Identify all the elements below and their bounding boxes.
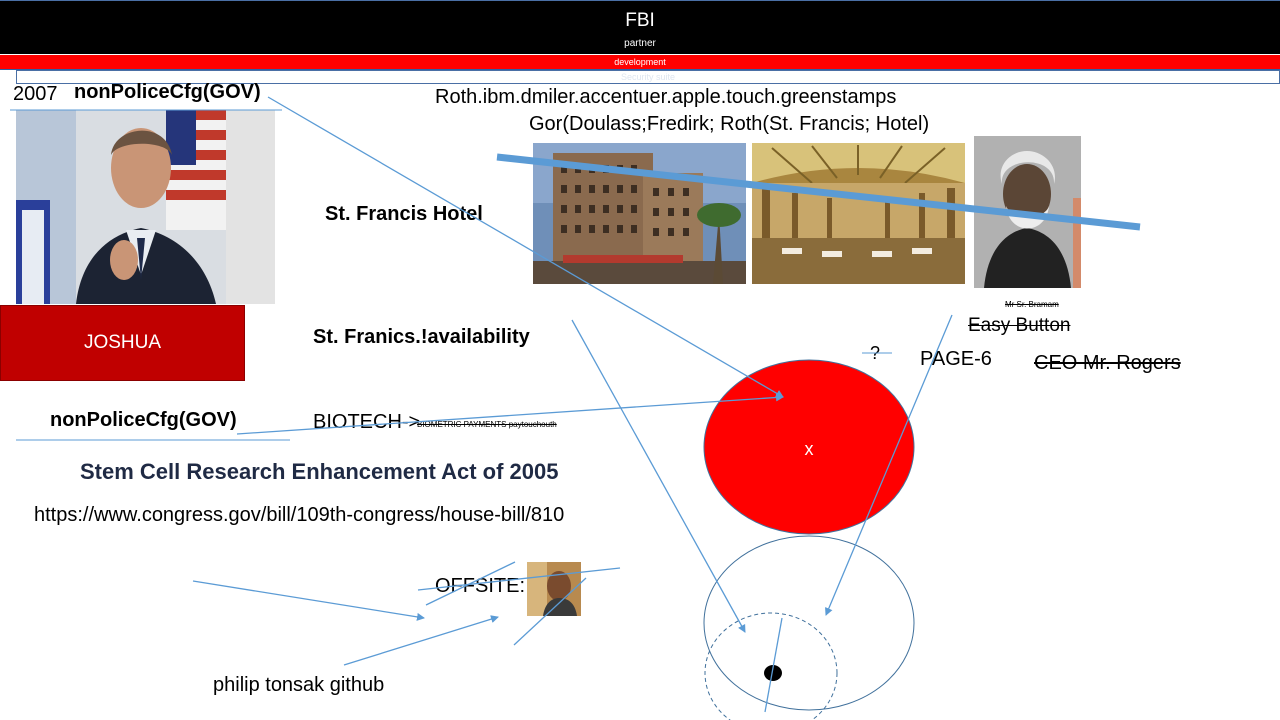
biometric-label: BIOMETRIC PAYMENTS paytouchouth bbox=[417, 420, 557, 429]
hotel-exterior-photo bbox=[533, 143, 746, 284]
st-francis-hotel-label: St. Francis Hotel bbox=[325, 203, 483, 225]
portrait-caption: Mr Sr. Bramam bbox=[1005, 300, 1059, 309]
year-label: 2007 bbox=[13, 83, 58, 105]
lower-cfg-label: nonPoliceCfg(GOV) bbox=[50, 409, 237, 431]
github-label: philip tonsak github bbox=[213, 674, 385, 696]
question-mark: ? bbox=[870, 343, 881, 363]
black-dot bbox=[764, 665, 782, 681]
arrow-to-offsite-1 bbox=[192, 580, 425, 621]
offsite-headshot bbox=[527, 562, 581, 616]
offsite-label: OFFSITE: bbox=[435, 575, 525, 597]
development-strip: development bbox=[0, 55, 1280, 70]
hotel-interior-photo bbox=[752, 143, 965, 284]
speaker-photo bbox=[16, 110, 275, 304]
ceo-label: CEO Mr. Rogers bbox=[1034, 352, 1181, 374]
dashed-circle bbox=[704, 612, 838, 720]
arrow-availability-to-dashed bbox=[571, 319, 746, 633]
arrow-github-to-offsite bbox=[343, 615, 499, 666]
gor-line: Gor(Doulass;Fredirk; Roth(St. Francis; H… bbox=[529, 113, 930, 135]
header-bar: FBI partner bbox=[0, 0, 1280, 54]
top-cfg-label: nonPoliceCfg(GOV) bbox=[74, 81, 261, 103]
red-circle-mark: x bbox=[805, 439, 814, 459]
red-circle bbox=[703, 359, 915, 535]
header-title: FBI bbox=[625, 10, 655, 31]
easy-button: Easy Button bbox=[968, 315, 1071, 336]
roth-line: Roth.ibm.dmiler.accentuer.apple.touch.gr… bbox=[435, 86, 897, 108]
availability-label: St. Franics.!availability bbox=[313, 326, 530, 348]
outline-circle bbox=[703, 535, 915, 711]
portrait-photo bbox=[974, 136, 1081, 288]
biotech-label: BIOTECH-> bbox=[313, 411, 421, 433]
header-subtitle: partner bbox=[624, 38, 656, 49]
stem-cell-title: Stem Cell Research Enhancement Act of 20… bbox=[80, 459, 559, 484]
congress-url-link[interactable]: https://www.congress.gov/bill/109th-cong… bbox=[34, 504, 564, 527]
joshua-box: JOSHUA bbox=[0, 305, 245, 381]
dot-line bbox=[764, 617, 783, 713]
page-6-label: PAGE-6 bbox=[920, 348, 992, 370]
